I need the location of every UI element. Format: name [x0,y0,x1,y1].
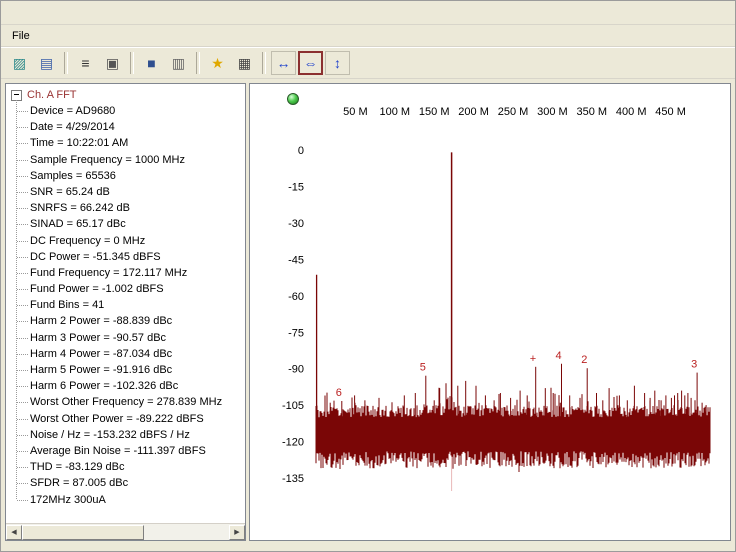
tree-item[interactable]: Time = 10:22:01 AM [16,135,245,151]
tree-items: Device = AD9680Date = 4/29/2014Time = 10… [16,103,245,508]
y-tick-label: -75 [288,327,304,339]
fit-page-icon: ⇔ [304,56,318,70]
save-icon: ■ [147,56,155,70]
tree-item[interactable]: Samples = 65536 [16,168,245,184]
y-tick-label: -135 [282,473,304,485]
graph-properties-button[interactable]: ▤ [34,51,59,75]
tree-item[interactable]: THD = -83.129 dBc [16,459,245,475]
text-report-icon: ≡ [81,56,89,70]
harmonic-marker-label: 3 [691,359,697,371]
tree-item[interactable]: Harm 4 Power = -87.034 dBc [16,346,245,362]
fft-plot-panel: 50 M 100 M 150 M 200 M 250 M 300 M 350 M 400 M 4… [249,83,731,541]
scroll-left-button[interactable]: ◀ [6,525,22,540]
save-button[interactable]: ■ [139,51,164,75]
tree-item[interactable]: Worst Other Power = -89.222 dBFS [16,411,245,427]
status-led-icon [287,93,299,105]
tree-item[interactable]: Fund Bins = 41 [16,297,245,313]
x-tick-label: 100 M [380,106,411,118]
menu-bar: File [1,25,735,47]
toolbar-separator [130,52,134,74]
tree-item[interactable]: SNRFS = 66.242 dB [16,200,245,216]
tree-item[interactable]: Device = AD9680 [16,103,245,119]
y-tick-label: 0 [298,145,304,157]
tree-item[interactable]: Average Bin Noise = -111.397 dBFS [16,443,245,459]
y-tick-label: -120 [282,437,304,449]
y-tick-label: -30 [288,218,304,230]
fft-spectrum-chart: 50 M 100 M 150 M 200 M 250 M 300 M 350 M 400 M 4… [250,84,730,541]
tree-item[interactable]: Date = 4/29/2014 [16,119,245,135]
x-tick-label: 250 M [498,106,529,118]
tree-item[interactable]: Harm 6 Power = -102.326 dBc [16,378,245,394]
toolbar-separator [196,52,200,74]
tree-item[interactable]: Noise / Hz = -153.232 dBFS / Hz [16,427,245,443]
tree-item[interactable]: SNR = 65.24 dB [16,184,245,200]
harmonic-marker-label: + [530,353,536,365]
fit-horizontal-icon: ↔ [277,56,291,70]
titlebar-strip [1,1,735,25]
tree-item[interactable]: Harm 3 Power = -90.57 dBc [16,330,245,346]
tree-item[interactable]: SFDR = 87.005 dBc [16,475,245,491]
fit-horizontal-button[interactable]: ↔ [271,51,296,75]
x-tick-label: 150 M [419,106,450,118]
tree-item[interactable]: Fund Power = -1.002 dBFS [16,281,245,297]
tree-item[interactable]: 172MHz 300uA [16,492,245,508]
content-area: Ch. A FFT Device = AD9680Date = 4/29/201… [5,83,731,541]
tree-item[interactable]: Fund Frequency = 172.117 MHz [16,265,245,281]
print-icon: ▥ [172,56,185,70]
export-window-icon: ▣ [106,56,119,70]
x-tick-label: 350 M [577,106,608,118]
tree-view: Ch. A FFT Device = AD9680Date = 4/29/201… [6,84,245,524]
tree-item[interactable]: DC Frequency = 0 MHz [16,233,245,249]
export-window-button[interactable]: ▣ [100,51,125,75]
scroll-right-button[interactable]: ▶ [229,525,245,540]
x-tick-label: 50 M [343,106,367,118]
x-tick-label: 200 M [458,106,489,118]
tree-item[interactable]: Worst Other Frequency = 278.839 MHz [16,394,245,410]
graph-properties-icon: ▤ [40,56,53,70]
fit-vertical-icon: ↕ [334,56,341,70]
text-report-button[interactable]: ≡ [73,51,98,75]
x-tick-label: 400 M [616,106,647,118]
app-window: File ▨ ▤ ≡ ▣ ■ ▥ ★ ▦ ↔ ⇔ ↕ Ch. A FFT Device = AD96… [0,0,736,552]
favorites-button[interactable]: ★ [205,51,230,75]
tree-item[interactable]: DC Power = -51.345 dBFS [16,249,245,265]
y-tick-label: -15 [288,182,304,194]
tree-root-label[interactable]: Ch. A FFT [27,89,77,101]
noise-floor-trace [316,388,710,472]
harmonic-marker-label: 2 [581,354,587,366]
toolbar-separator [64,52,68,74]
y-tick-label: -60 [288,291,304,303]
tree-root-row: Ch. A FFT [9,87,245,103]
fit-vertical-button[interactable]: ↕ [325,51,350,75]
toolbar: ▨ ▤ ≡ ▣ ■ ▥ ★ ▦ ↔ ⇔ ↕ [1,47,735,79]
harmonic-marker-label: 5 [420,362,426,374]
x-tick-label: 450 M [655,106,686,118]
collapse-toggle-icon[interactable] [11,90,22,101]
y-tick-label: -90 [288,364,304,376]
fft-results-panel: Ch. A FFT Device = AD9680Date = 4/29/201… [5,83,246,541]
grid-button[interactable]: ▦ [232,51,257,75]
tree-item[interactable]: Sample Frequency = 1000 MHz [16,152,245,168]
edit-canvas-button[interactable]: ▨ [7,51,32,75]
harmonic-marker-label: 4 [556,350,562,362]
print-button[interactable]: ▥ [166,51,191,75]
tree-item[interactable]: Harm 2 Power = -88.839 dBc [16,313,245,329]
fit-page-button[interactable]: ⇔ [298,51,323,75]
tree-item[interactable]: Harm 5 Power = -91.916 dBc [16,362,245,378]
y-tick-label: -105 [282,400,304,412]
tree-item[interactable]: SINAD = 65.17 dBc [16,216,245,232]
horizontal-scrollbar: ◀ ▶ [6,523,245,540]
menu-file[interactable]: File [5,28,37,44]
favorites-icon: ★ [211,56,224,70]
grid-icon: ▦ [238,56,251,70]
edit-canvas-icon: ▨ [13,56,26,70]
x-tick-label: 300 M [537,106,568,118]
y-tick-label: -45 [288,254,304,266]
harmonic-marker-label: 6 [336,387,342,399]
scrollbar-thumb[interactable] [22,525,144,540]
toolbar-separator [262,52,266,74]
